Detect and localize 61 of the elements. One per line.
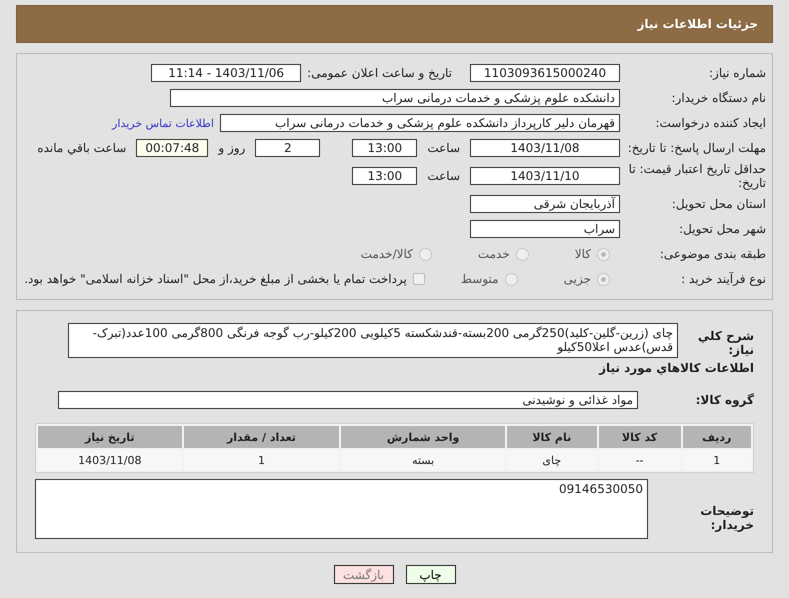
field-label: مهلت ارسال پاسخ: تا تاریخ:: [626, 141, 767, 155]
input-field[interactable]: 13:00: [352, 139, 418, 157]
back-button[interactable]: بازگشت: [334, 565, 394, 584]
column-header: کد کالا: [598, 426, 680, 448]
checkbox[interactable]: [412, 273, 425, 285]
input-field[interactable]: آذربایجان شرقی: [470, 195, 620, 213]
field-label: ساعت باقي مانده: [37, 141, 126, 155]
input-field[interactable]: 13:00: [352, 167, 418, 185]
radio-button[interactable]: [516, 248, 529, 260]
field-label: روز و: [218, 141, 246, 155]
print-button[interactable]: چاپ: [406, 565, 456, 584]
radio-button[interactable]: [597, 272, 610, 286]
description-textarea[interactable]: چای (زرین-گلین-کلید)250گرمی 200بسته-قندشکسته 5کیلویی 200کیلو-رب گوجه فرنگی 800گرمی 100عدد(تبرک-قدس)عدس اعلا50کیلو: [68, 323, 678, 358]
radio-button[interactable]: [597, 248, 610, 260]
notes-textarea[interactable]: 09146530050: [35, 479, 648, 539]
section-heading: اطلاعات کالاهاي مورد نياز: [598, 361, 754, 375]
field-label: ساعت: [427, 141, 460, 155]
column-header: واحد شمارش: [341, 426, 505, 448]
column-header: نام کالا: [506, 426, 597, 448]
field-label: نام دستگاه خریدار:: [670, 91, 767, 105]
radio-label: خدمت: [478, 247, 510, 261]
table-cell: 1: [184, 450, 340, 470]
table-cell: 1: [682, 450, 751, 470]
input-field[interactable]: 1403/11/08: [470, 139, 620, 157]
field-label: ساعت: [427, 169, 460, 183]
page-title: جزئیات اطلاعات نیاز: [637, 17, 758, 31]
input-field[interactable]: مواد غذائی و نوشیدنی: [58, 391, 638, 409]
radio-label: جزیی: [564, 272, 591, 286]
radio-button[interactable]: [418, 248, 432, 260]
contact-link[interactable]: اطلاعات تماس خریدار: [112, 116, 214, 130]
input-field[interactable]: 2: [255, 139, 320, 157]
table-cell: 1403/11/08: [38, 450, 182, 470]
table-cell: چای: [506, 450, 597, 470]
input-field[interactable]: سراب: [470, 220, 620, 238]
field-label: شرح کلي نياز:: [696, 328, 754, 357]
radio-label: متوسط: [460, 272, 499, 286]
countdown-field: 00:07:48: [136, 139, 208, 157]
input-field[interactable]: 1403/11/06 - 11:14: [151, 64, 302, 82]
checkbox-label: پرداخت تمام یا بخشی از مبلغ خرید،از محل "اسناد خزانه اسلامی" خواهد بود.: [24, 272, 407, 286]
column-header: تاریخ نیاز: [38, 426, 182, 448]
input-field[interactable]: 1403/11/10: [470, 167, 620, 185]
table-cell: بسته: [341, 450, 505, 470]
field-label: تاریخ و ساعت اعلان عمومی:: [307, 66, 452, 80]
radio-label: کالا/خدمت: [360, 247, 413, 261]
field-label: نوع فرآیند خرید :: [680, 272, 767, 286]
input-field[interactable]: دانشکده علوم پزشکی و خدمات درمانی سراب: [170, 89, 620, 107]
radio-button[interactable]: [504, 272, 518, 286]
input-field[interactable]: قهرمان دلیر کارپرداز دانشکده علوم پزشکی و خدمات درمانی سراب: [220, 114, 620, 132]
field-label: ایجاد کننده درخواست:: [654, 116, 767, 130]
field-label: طبقه بندی موضوعی:: [658, 247, 767, 261]
table-cell: --: [598, 450, 680, 470]
field-label: توضیحات خریدار:: [699, 503, 754, 532]
field-label: گروه کالا:: [694, 393, 754, 407]
field-label: حداقل تاریخ اعتبار قیمت: تا تاریخ:: [628, 162, 767, 190]
field-label: شهر محل تحویل:: [678, 222, 767, 236]
field-label: استان محل تحویل:: [670, 197, 767, 211]
input-field[interactable]: 1103093615000240: [470, 64, 620, 82]
radio-label: کالا: [574, 247, 591, 261]
column-header: ردیف: [682, 426, 751, 448]
column-header: تعداد / مقدار: [184, 426, 340, 448]
field-label: شماره نیاز:: [708, 66, 767, 80]
